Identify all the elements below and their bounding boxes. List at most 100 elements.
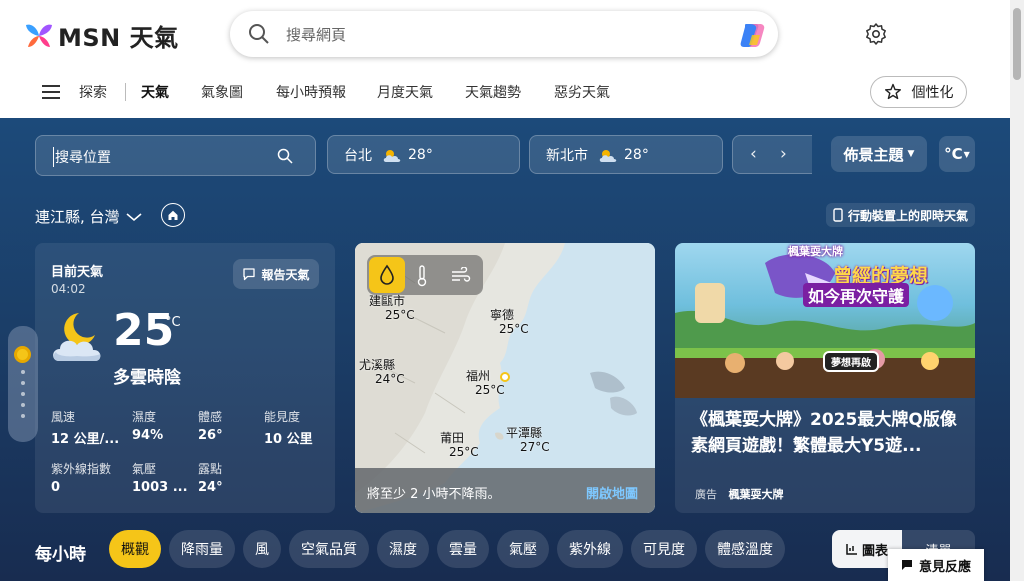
phone-icon <box>833 208 843 222</box>
city-temp: 28° <box>408 146 433 163</box>
mobile-weather-link[interactable]: 行動裝置上的即時天氣 <box>826 203 975 227</box>
cloudy-night-icon <box>53 313 101 361</box>
stat-dew-point[interactable]: 露點 24° <box>198 460 223 495</box>
current-weather-card: 目前天氣 04:02 報告天氣 25 °C 多雲時陰 風速 12 公里/... 濕… <box>35 243 335 513</box>
location-title[interactable]: 連江縣, 台灣 <box>35 206 142 227</box>
stat-label: 露點 <box>198 462 223 476</box>
nav-item-weather-map[interactable]: 氣象圖 <box>201 82 243 102</box>
star-pen-icon <box>884 83 901 100</box>
scrollbar-thumb[interactable] <box>1013 8 1021 80</box>
nav-item-monthly[interactable]: 月度天氣 <box>377 82 433 102</box>
tab-uv[interactable]: 紫外線 <box>557 530 623 568</box>
ad-title[interactable]: 《楓葉耍大牌》2025最大牌Q版像素網頁遊戲！繁體最大Y5遊... <box>691 407 961 459</box>
feedback-icon <box>901 560 912 570</box>
city-name: 台北 <box>344 147 372 164</box>
map-city-label: 寧德 <box>490 308 515 322</box>
tab-humidity[interactable]: 濕度 <box>377 530 429 568</box>
gear-icon[interactable] <box>864 22 888 46</box>
location-name: 連江縣, 台灣 <box>35 208 120 226</box>
unit-toggle-button[interactable]: °C ▼ <box>939 136 975 172</box>
stat-pressure[interactable]: 氣壓 1003 ... <box>132 460 188 495</box>
ad-cta-button[interactable]: 夢想再啟 <box>823 351 879 372</box>
map-city-label: 建甌市 <box>369 294 406 308</box>
mobile-link-label: 行動裝置上的即時天氣 <box>847 208 968 223</box>
page-dot <box>21 392 25 396</box>
map-city-temp: 25°C <box>449 445 479 459</box>
stat-value: 12 公里/... <box>51 432 120 447</box>
nav-item-weather[interactable]: 天氣 <box>141 82 169 102</box>
map-layer-tabs <box>367 255 483 295</box>
location-search-input[interactable]: 搜尋位置 <box>35 135 316 176</box>
copilot-icon[interactable] <box>738 21 768 49</box>
current-weather-label: 目前天氣 <box>51 265 104 280</box>
search-icon <box>277 148 293 164</box>
msn-butterfly-icon <box>26 24 52 47</box>
water-drop-icon <box>380 264 394 285</box>
header: MSN 天氣 搜尋網頁 <box>0 0 1010 68</box>
chevron-left-icon[interactable]: ‹ <box>750 144 757 164</box>
chevron-right-icon[interactable]: › <box>780 144 787 164</box>
stat-wind[interactable]: 風速 12 公里/... <box>51 408 119 447</box>
thermometer-icon[interactable] <box>415 265 429 287</box>
chevron-down-icon <box>126 212 142 221</box>
map-city-temp: 25°C <box>385 308 415 322</box>
stat-visibility[interactable]: 能見度 10 公里 <box>264 408 313 447</box>
menu-icon[interactable] <box>42 85 60 99</box>
chart-icon <box>846 544 857 555</box>
map-footer: 將至少 2 小時不降雨。 開啟地圖 <box>355 468 655 513</box>
tab-visibility[interactable]: 可見度 <box>631 530 697 568</box>
nav-item-explore[interactable]: 探索 <box>79 82 107 102</box>
chip-carousel-controls: ‹ › <box>732 135 812 174</box>
tab-air-quality[interactable]: 空氣品質 <box>289 530 369 568</box>
nav-item-severe[interactable]: 惡劣天氣 <box>554 82 610 102</box>
nav-divider <box>125 83 126 101</box>
ad-tag: 廣告 <box>695 488 717 501</box>
report-weather-button[interactable]: 報告天氣 <box>233 259 319 289</box>
map-city-temp: 25°C <box>499 322 529 336</box>
tab-pressure[interactable]: 氣壓 <box>497 530 549 568</box>
top-nav: 探索 天氣 氣象圖 每小時預報 月度天氣 天氣趨勢 惡劣天氣 個性化 <box>0 68 1010 118</box>
page-scrollbar[interactable] <box>1010 0 1024 581</box>
page-dot <box>21 403 25 407</box>
stat-value: 26° <box>198 428 223 443</box>
weather-map-card[interactable]: 建甌市 25°C 寧德 25°C 尤溪縣 24°C 福州 25°C 莆田 25°… <box>355 243 655 513</box>
side-weather-widget[interactable] <box>8 326 38 442</box>
stat-uv-index[interactable]: 紫外線指數 0 <box>51 460 111 495</box>
city-temp: 28° <box>624 146 649 163</box>
current-time: 04:02 <box>51 282 86 296</box>
report-label: 報告天氣 <box>261 267 310 282</box>
city-chip-taipei[interactable]: 台北 28° <box>327 135 520 174</box>
location-search-placeholder: 搜尋位置 <box>53 147 111 167</box>
tab-wind[interactable]: 風 <box>243 530 281 568</box>
wind-icon[interactable] <box>451 267 471 283</box>
map-city-temp: 25°C <box>475 383 505 397</box>
stat-label: 氣壓 <box>132 462 157 476</box>
open-map-link[interactable]: 開啟地圖 <box>586 483 638 502</box>
personalize-button[interactable]: 個性化 <box>870 76 967 108</box>
theme-button[interactable]: 佈景主題 ▼ <box>831 136 927 172</box>
partly-cloudy-icon <box>599 149 617 162</box>
tab-overview[interactable]: 概觀 <box>109 530 161 568</box>
map-city-temp: 27°C <box>520 440 550 454</box>
page-dot <box>21 381 25 385</box>
stat-label: 紫外線指數 <box>51 462 112 476</box>
map-tab-precipitation[interactable] <box>369 257 405 293</box>
web-search-input[interactable]: 搜尋網頁 <box>230 11 778 57</box>
tab-precipitation[interactable]: 降雨量 <box>169 530 235 568</box>
tab-feels-like[interactable]: 體感溫度 <box>705 530 785 568</box>
tab-cloud-cover[interactable]: 雲量 <box>437 530 489 568</box>
nav-item-hourly[interactable]: 每小時預報 <box>276 82 346 102</box>
stat-value: 94% <box>132 428 164 443</box>
nav-item-trends[interactable]: 天氣趨勢 <box>465 82 521 102</box>
feedback-button[interactable]: 意見反應 <box>888 549 984 581</box>
search-placeholder: 搜尋網頁 <box>286 25 347 44</box>
precip-forecast-text: 將至少 2 小時不降雨。 <box>367 487 501 502</box>
city-chip-new-taipei[interactable]: 新北市 28° <box>529 135 723 174</box>
msn-weather-logo[interactable]: MSN 天氣 <box>24 18 179 53</box>
ad-card[interactable]: 楓葉耍大牌 曾經的夢想 如今再次守護 夢想再啟 《楓葉耍大牌》2025最大牌Q版… <box>675 243 975 513</box>
stat-humidity[interactable]: 濕度 94% <box>132 408 163 443</box>
stat-feels-like[interactable]: 體感 26° <box>198 408 223 443</box>
feedback-label: 意見反應 <box>918 559 971 575</box>
home-location-button[interactable] <box>161 203 185 227</box>
ad-advertiser: 楓葉耍大牌 <box>728 488 784 501</box>
